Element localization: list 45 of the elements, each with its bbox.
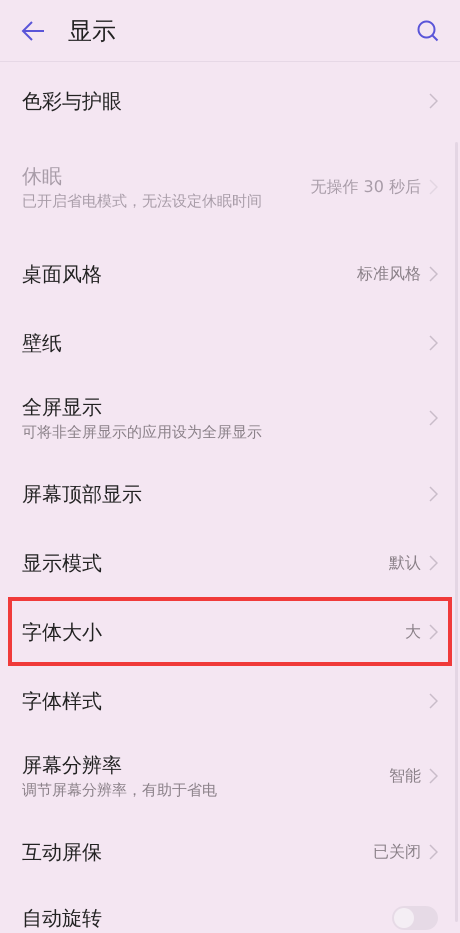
setting-description: 已开启省电模式，无法设定休眠时间 [22,191,262,212]
settings-row[interactable]: 桌面风格 标准风格 [8,239,452,308]
settings-row[interactable]: 显示模式 默认 [8,528,452,597]
search-icon[interactable] [416,18,440,42]
settings-row[interactable]: 壁纸 [8,308,452,377]
setting-title: 休眠 [22,163,63,190]
setting-value: 无操作 30 秒后 [310,176,421,198]
chevron-right-icon [429,692,438,708]
setting-title: 自动旋转 [22,905,102,932]
setting-title: 壁纸 [22,330,62,356]
chevron-right-icon [429,410,438,426]
setting-description: 调节屏幕分辨率，有助于省电 [22,780,217,801]
setting-title: 全屏显示 [22,394,103,421]
setting-value: 智能 [389,765,421,787]
setting-value: 已关闭 [373,840,421,862]
settings-row[interactable]: 自动旋转 [8,886,452,933]
settings-row[interactable]: 屏幕分辨率 调节屏幕分辨率，有助于省电 智能 [8,735,452,817]
setting-title: 屏幕顶部显示 [22,480,142,508]
settings-row[interactable]: 字体大小 大 [8,597,452,666]
back-arrow-icon[interactable] [20,20,46,42]
setting-title: 显示模式 [22,550,102,576]
setting-title: 字体样式 [22,688,102,714]
chevron-right-icon [429,844,438,860]
chevron-right-icon [429,554,438,570]
chevron-right-icon [429,334,438,350]
chevron-right-icon [429,624,438,640]
setting-title: 字体大小 [22,618,102,646]
setting-value: 标准风格 [357,262,421,284]
page-title: 显示 [68,16,116,46]
settings-row[interactable]: 色彩与护眼 [8,66,452,135]
setting-title: 桌面风格 [22,260,102,288]
setting-title: 色彩与护眼 [22,88,122,114]
settings-row[interactable]: 全屏显示 可将非全屏显示的应用设为全屏显示 [8,377,452,459]
settings-row[interactable]: 屏幕顶部显示 [8,459,452,528]
chevron-right-icon [429,768,438,784]
setting-title: 屏幕分辨率 [22,752,123,779]
settings-row[interactable]: 互动屏保 已关闭 [8,817,452,886]
setting-description: 可将非全屏显示的应用设为全屏显示 [22,422,262,443]
chevron-right-icon [429,486,438,502]
chevron-right-icon [429,92,438,108]
settings-row[interactable]: 字体样式 [8,666,452,735]
chevron-right-icon [429,266,438,282]
setting-title: 互动屏保 [22,838,102,866]
setting-value: 大 [405,620,421,642]
setting-value: 默认 [389,552,421,574]
